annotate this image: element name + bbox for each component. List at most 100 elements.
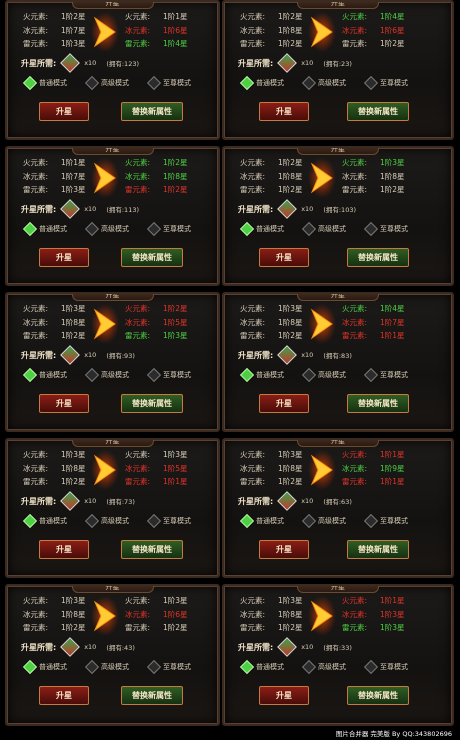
radio-diamond-icon[interactable]	[84, 221, 100, 237]
mode-option[interactable]: 普通模式	[22, 659, 67, 675]
replace-attributes-button[interactable]: 替换新属性	[347, 686, 409, 705]
current-value: 1阶2星	[278, 331, 303, 341]
mode-option[interactable]: 至尊模式	[146, 513, 191, 529]
upgrade-button[interactable]: 升星	[259, 102, 309, 121]
upgrade-button[interactable]: 升星	[259, 394, 309, 413]
current-value: 1阶8星	[278, 25, 303, 35]
radio-diamond-icon[interactable]	[22, 367, 38, 383]
radio-diamond-icon[interactable]	[239, 513, 255, 529]
replace-attributes-button[interactable]: 替换新属性	[121, 102, 183, 121]
mode-option[interactable]: 高级模式	[84, 513, 129, 529]
element-label: 火元素:	[125, 304, 151, 314]
mode-option[interactable]: 高级模式	[84, 659, 129, 675]
radio-diamond-icon[interactable]	[146, 659, 162, 675]
mode-option[interactable]: 高级模式	[301, 659, 346, 675]
replace-attributes-button[interactable]: 替换新属性	[347, 102, 409, 121]
mode-option[interactable]: 至尊模式	[363, 75, 408, 91]
element-label: 火元素:	[240, 304, 266, 314]
mode-option[interactable]: 至尊模式	[363, 659, 408, 675]
upgrade-button[interactable]: 升星	[259, 248, 309, 267]
new-stats: 火元素:1阶3星+1冰元素:1阶8星0雷元素:1阶2星0	[342, 156, 405, 197]
radio-diamond-icon[interactable]	[146, 513, 162, 529]
mode-option[interactable]: 至尊模式	[146, 659, 191, 675]
mode-option[interactable]: 高级模式	[301, 367, 346, 383]
radio-diamond-icon[interactable]	[239, 367, 255, 383]
radio-diamond-icon[interactable]	[363, 659, 379, 675]
upgrade-button[interactable]: 升星	[39, 686, 89, 705]
radio-diamond-icon[interactable]	[301, 75, 317, 91]
mode-option[interactable]: 普通模式	[22, 75, 67, 91]
upgrade-cost: 升星所需: x10 (拥有:123)	[21, 53, 139, 73]
radio-diamond-icon[interactable]	[22, 221, 38, 237]
upgrade-button[interactable]: 升星	[259, 686, 309, 705]
upgrade-button[interactable]: 升星	[39, 248, 89, 267]
mode-option[interactable]: 高级模式	[84, 75, 129, 91]
radio-diamond-icon[interactable]	[363, 75, 379, 91]
mode-option[interactable]: 高级模式	[301, 221, 346, 237]
radio-diamond-icon[interactable]	[239, 221, 255, 237]
mode-option[interactable]: 普通模式	[239, 367, 284, 383]
radio-diamond-icon[interactable]	[239, 659, 255, 675]
mode-option[interactable]: 至尊模式	[146, 221, 191, 237]
new-value: 1阶1星	[380, 596, 405, 606]
mode-option[interactable]: 普通模式	[239, 659, 284, 675]
element-label: 冰元素:	[342, 171, 368, 181]
new-value: 1阶1星	[380, 450, 405, 460]
mode-option[interactable]: 至尊模式	[146, 367, 191, 383]
radio-diamond-icon[interactable]	[84, 513, 100, 529]
replace-attributes-button[interactable]: 替换新属性	[121, 686, 183, 705]
current-stat-row: 火元素: 1阶2星	[240, 156, 303, 170]
radio-diamond-icon[interactable]	[146, 75, 162, 91]
radio-diamond-icon[interactable]	[301, 513, 317, 529]
current-value: 1阶2星	[61, 623, 86, 633]
replace-attributes-button[interactable]: 替换新属性	[347, 248, 409, 267]
replace-attributes-button[interactable]: 替换新属性	[347, 394, 409, 413]
new-value: 1阶3星	[380, 623, 405, 633]
current-stats: 火元素: 1阶2星 冰元素: 1阶7星 雷元素: 1阶3星	[23, 10, 86, 51]
replace-attributes-button[interactable]: 替换新属性	[121, 540, 183, 559]
radio-diamond-icon[interactable]	[84, 659, 100, 675]
mode-option[interactable]: 至尊模式	[363, 221, 408, 237]
radio-diamond-icon[interactable]	[84, 367, 100, 383]
mode-option[interactable]: 普通模式	[239, 75, 284, 91]
mode-option[interactable]: 普通模式	[22, 367, 67, 383]
cost-quantity: x10	[301, 205, 314, 213]
radio-diamond-icon[interactable]	[301, 659, 317, 675]
radio-diamond-icon[interactable]	[84, 75, 100, 91]
upgrade-button[interactable]: 升星	[39, 394, 89, 413]
radio-diamond-icon[interactable]	[22, 75, 38, 91]
mode-option[interactable]: 高级模式	[301, 513, 346, 529]
upgrade-button[interactable]: 升星	[39, 540, 89, 559]
upgrade-button[interactable]: 升星	[259, 540, 309, 559]
radio-diamond-icon[interactable]	[301, 221, 317, 237]
replace-attributes-button[interactable]: 替换新属性	[347, 540, 409, 559]
mode-option[interactable]: 高级模式	[301, 75, 346, 91]
element-label: 火元素:	[125, 596, 151, 606]
radio-diamond-icon[interactable]	[239, 75, 255, 91]
radio-diamond-icon[interactable]	[146, 367, 162, 383]
radio-diamond-icon[interactable]	[146, 221, 162, 237]
element-label: 雷元素:	[342, 185, 368, 195]
mode-option[interactable]: 至尊模式	[363, 513, 408, 529]
mode-option[interactable]: 普通模式	[22, 221, 67, 237]
radio-diamond-icon[interactable]	[301, 367, 317, 383]
replace-attributes-button[interactable]: 替换新属性	[121, 394, 183, 413]
mode-option[interactable]: 至尊模式	[363, 367, 408, 383]
radio-diamond-icon[interactable]	[363, 367, 379, 383]
mode-option[interactable]: 高级模式	[84, 221, 129, 237]
new-value: 1阶7星	[380, 317, 405, 327]
radio-diamond-icon[interactable]	[22, 659, 38, 675]
radio-diamond-icon[interactable]	[22, 513, 38, 529]
radio-diamond-icon[interactable]	[363, 513, 379, 529]
mode-option[interactable]: 普通模式	[22, 513, 67, 529]
radio-diamond-icon[interactable]	[363, 221, 379, 237]
upgrade-button[interactable]: 升星	[39, 102, 89, 121]
mode-option[interactable]: 至尊模式	[146, 75, 191, 91]
current-value: 1阶8星	[278, 609, 303, 619]
mode-option[interactable]: 普通模式	[239, 221, 284, 237]
current-stat-row: 雷元素: 1阶2星	[240, 621, 303, 635]
replace-attributes-button[interactable]: 替换新属性	[121, 248, 183, 267]
mode-option[interactable]: 高级模式	[84, 367, 129, 383]
element-label: 火元素:	[23, 304, 49, 314]
mode-option[interactable]: 普通模式	[239, 513, 284, 529]
